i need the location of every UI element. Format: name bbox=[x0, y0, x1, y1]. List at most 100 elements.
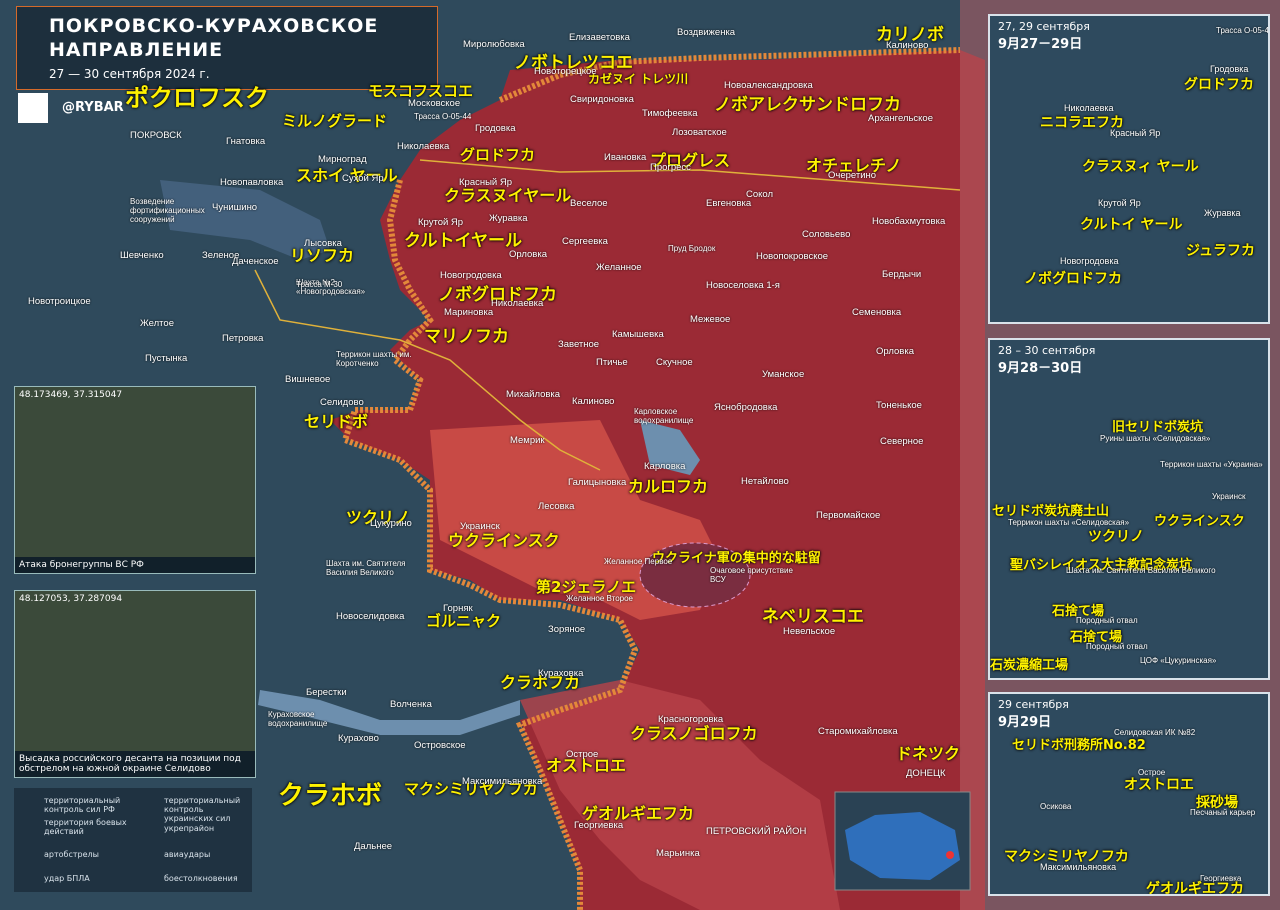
inset-2[interactable]: 28 – 30 сентября 9月28－30日 旧セリドボ炭坑 Руины ш… bbox=[988, 338, 1270, 680]
label-ru-mirolyubovka: Миролюбовка bbox=[463, 39, 525, 50]
label-ru-tonenkoe: Тоненькое bbox=[876, 400, 922, 411]
inset-3-label-osikova: Осикова bbox=[1040, 802, 1072, 811]
label-ru-karlov_res: Карловское водохранилище bbox=[634, 407, 694, 425]
legend-art: артобстрелы bbox=[44, 850, 99, 859]
label-ru-zavetnoe: Заветное bbox=[558, 339, 600, 350]
label-ru-georgievka: Георгиевка bbox=[574, 820, 624, 831]
label-ru-zheltoe: Желтое bbox=[140, 318, 174, 329]
label-ru-kamyshevka: Камышевка bbox=[612, 329, 664, 340]
inset-2-label-otval1: Породный отвал bbox=[1076, 616, 1138, 625]
label-ru-sukhoi: Сухой Яр bbox=[342, 173, 384, 184]
inset-1[interactable]: 27, 29 сентября 9月27－29日 Трасса О-05-44 Г… bbox=[988, 14, 1270, 324]
label-ru-marinka: Марьинка bbox=[656, 848, 700, 859]
photo-2-caption: Высадка российского десанта на позиции п… bbox=[15, 751, 255, 777]
inset-3-label-quarry_ru: Песчаный карьер bbox=[1190, 808, 1256, 817]
label-ru-donetsk: ДОНЕЦК bbox=[906, 768, 946, 779]
inset-1-header-ru: 27, 29 сентября bbox=[998, 20, 1090, 33]
label-ru-kalinovo2: Калиново bbox=[572, 396, 615, 407]
legend-ua: территориальный контроль украинских сил bbox=[164, 796, 241, 823]
label-ru-kurakh_res: Кураховское водохранилище bbox=[268, 710, 328, 728]
legend-avia: авиаудары bbox=[164, 850, 211, 859]
label-ru-shakhta_vas: Шахта им. Святителя Василия Великого bbox=[326, 559, 406, 577]
label-ru-trassaM30: Трасса М-30 bbox=[296, 280, 343, 289]
inset-2-label-tsof: ЦОФ «Цукуринская» bbox=[1140, 656, 1217, 665]
label-ru-fortif: Возведение фортификационных сооружений bbox=[130, 197, 205, 224]
inset-2-label-ukrainsk: ウクラインスク bbox=[1154, 514, 1245, 529]
label-ru-tsukurino: Цукурино bbox=[370, 518, 412, 529]
label-ru-sokol: Сокол bbox=[746, 189, 774, 200]
legend-uav: удар БПЛА bbox=[44, 874, 90, 883]
photo-1-coord: 48.173469, 37.315047 bbox=[19, 390, 123, 400]
label-ru-novopokrovskoe: Новопокровское bbox=[756, 251, 829, 262]
inset-3-header-jp: 9月29日 bbox=[998, 715, 1052, 730]
label-ru-kurakhovo: Курахово bbox=[338, 733, 379, 744]
inset-1-header-jp: 9月27－29日 bbox=[998, 37, 1083, 52]
label-ru-petrovskiy: ПЕТРОВСКИЙ РАЙОН bbox=[706, 826, 807, 837]
label-ru-umanskoe: Уманское bbox=[762, 369, 805, 380]
label-jp-donetsk: ドネツク bbox=[896, 744, 961, 763]
label-ru-orlovka: Орловка bbox=[509, 249, 547, 260]
label-ru-kalinovo: Калиново bbox=[886, 40, 929, 51]
label-ru-orlovka2: Орловка bbox=[876, 346, 914, 357]
label-ru-nikolaevka2: Николаевка bbox=[491, 298, 544, 309]
label-ru-skuchnoe: Скучное bbox=[656, 357, 693, 368]
label-jp-karlovka: カルロフカ bbox=[628, 477, 709, 496]
label-ru-pustynka: Пустынка bbox=[145, 353, 188, 364]
title-line1: ПОКРОВСКО-КУРАХОВСКОЕ bbox=[49, 15, 379, 37]
label-ru-severnoe: Северное bbox=[880, 436, 924, 447]
label-jp-selidovo: セリドボ bbox=[304, 412, 369, 431]
label-ru-moskovskoe: Московское bbox=[408, 98, 461, 109]
label-ru-mezhevoe: Межевое bbox=[690, 314, 731, 325]
channel-handle[interactable]: @RYBAR bbox=[62, 100, 124, 115]
label-ru-nevelskoe: Невельское bbox=[783, 626, 836, 637]
label-jp-nevelskoe: ネベリスコエ bbox=[762, 607, 864, 627]
label-ru-semenovka: Семеновка bbox=[852, 307, 902, 318]
photo-2[interactable]: 48.127053, 37.287094 Высадка российского… bbox=[14, 590, 256, 778]
inset-1-label-zhuravka_ru: Журавка bbox=[1204, 208, 1241, 218]
inset-2-label-sel_dump: セリドボ炭坑廃土山 bbox=[992, 504, 1110, 519]
label-ru-lesovka: Лесовка bbox=[538, 501, 575, 512]
label-ru-novopavlovka: Новопавловка bbox=[220, 177, 284, 188]
inset-2-label-terr_ukr: Террикон шахты «Украина» bbox=[1160, 460, 1263, 469]
legend-rf: территориальный контроль сил РФ bbox=[44, 796, 121, 814]
legend: территориальный контроль сил РФ территор… bbox=[14, 788, 252, 892]
inset-3[interactable]: 29 сентября 9月29日 セリドボ刑務所No.82 Селидовска… bbox=[988, 692, 1270, 896]
label-ru-trassa05: Трасса О-05-44 bbox=[414, 112, 472, 121]
qr-code-icon bbox=[18, 93, 48, 123]
title-line2: НАПРАВЛЕНИЕ bbox=[49, 39, 224, 61]
label-jp-krutoi: クルトイヤール bbox=[404, 231, 522, 251]
inset-2-label-tsukurino: ツクリノ bbox=[1088, 529, 1144, 545]
label-jp-milnograd: ミルノグラード bbox=[282, 112, 388, 130]
inset-2-label-otval2: Породный отвал bbox=[1086, 642, 1148, 651]
label-ru-ptichye: Птичье bbox=[596, 357, 628, 368]
legend-fort: укрепрайон bbox=[164, 824, 215, 833]
label-ru-ukrainsk: Украинск bbox=[460, 521, 500, 532]
label-ru-lozovatskoe: Лозоватское bbox=[672, 127, 727, 138]
label-ru-elizavetovka: Елизаветовка bbox=[569, 32, 630, 43]
inset-1-label-trassa: Трасса О-05-44 bbox=[1216, 26, 1270, 35]
label-ru-vsu: Очаговое присутствие ВСУ bbox=[710, 566, 793, 584]
label-ru-veseloe: Веселое bbox=[570, 198, 608, 209]
label-ru-dalnee: Дальнее bbox=[354, 841, 393, 852]
label-ru-mirnograd: Мирноград bbox=[318, 154, 367, 165]
label-ru-zhelannoe: Желанное bbox=[596, 262, 642, 273]
inset-1-label-krutoi_ru: Крутой Яр bbox=[1098, 198, 1141, 208]
legend-combat: территория боевых действий bbox=[44, 818, 127, 836]
label-ru-krasnyi: Красный Яр bbox=[459, 177, 513, 188]
inset-2-label-old_mine: 旧セリドボ炭坑 bbox=[1112, 420, 1204, 435]
label-ru-evgenovka: Евгеновка bbox=[706, 198, 752, 209]
label-ru-zhuravka: Журавка bbox=[489, 213, 528, 224]
label-jp-kurakhovo: クラホボ bbox=[278, 781, 383, 811]
label-ru-ivanovka: Ивановка bbox=[604, 152, 647, 163]
label-ru-grodovka: Гродовка bbox=[475, 123, 516, 134]
photo-1[interactable]: 48.173469, 37.315047 Атака бронегруппы В… bbox=[14, 386, 256, 574]
label-ru-ostroe: Острое bbox=[566, 749, 599, 760]
inset-2-label-shakhta: Шахта им. Святителя Василия Великого bbox=[1066, 566, 1216, 575]
label-ru-chunishino: Чунишино bbox=[212, 202, 258, 213]
label-ru-novobakhmutovka: Новобахмутовка bbox=[872, 216, 946, 227]
label-ru-arkhangelskoe: Архангельское bbox=[868, 113, 933, 124]
label-jp-pokrovsk: ポクロフスク bbox=[125, 84, 269, 112]
label-ru-sviridonovka: Свиридоновка bbox=[570, 94, 634, 105]
label-ru-krutoi: Крутой Яр bbox=[418, 217, 464, 228]
label-ru-nikolaevka: Николаевка bbox=[397, 141, 450, 152]
